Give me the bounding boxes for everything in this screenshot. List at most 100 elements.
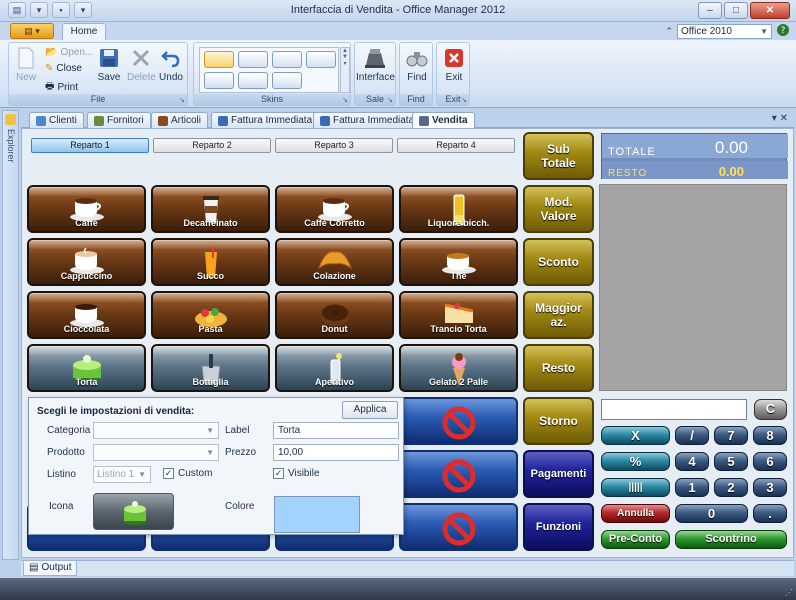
scontrino-key[interactable]: Scontrino bbox=[675, 530, 787, 549]
maggiorazione-button[interactable]: Maggior az. bbox=[523, 291, 594, 339]
product-button[interactable]: Torta bbox=[27, 344, 146, 392]
prodotto-select[interactable]: ▼ bbox=[93, 444, 219, 461]
visibile-checkbox[interactable]: ✓ Visibile bbox=[273, 468, 320, 479]
slash-key[interactable]: / bbox=[675, 426, 709, 445]
new-button[interactable]: New bbox=[13, 46, 39, 83]
pre-conto-key[interactable]: Pre-Conto bbox=[601, 530, 670, 549]
tab-list-icon[interactable]: ▾ bbox=[772, 113, 777, 124]
reparto-button[interactable]: Reparto 1 bbox=[31, 138, 149, 153]
close-doc-button[interactable]: ✎ Close bbox=[45, 63, 82, 74]
digit-key-0[interactable]: 0 bbox=[675, 504, 748, 523]
digit-key-2[interactable]: 2 bbox=[714, 478, 748, 497]
custom-checkbox[interactable]: ✓ Custom bbox=[163, 468, 212, 479]
mod-valore-button[interactable]: Mod. Valore bbox=[523, 185, 594, 233]
empty-slot-button[interactable] bbox=[399, 450, 518, 498]
dialog-launcher-icon[interactable]: ↘ bbox=[342, 96, 348, 104]
product-button[interactable]: Cappuccino bbox=[27, 238, 146, 286]
skin-thumb[interactable] bbox=[204, 72, 234, 89]
tab-fornitori[interactable]: Fornitori bbox=[87, 112, 151, 128]
color-picker[interactable] bbox=[274, 496, 360, 533]
receipt-list[interactable] bbox=[599, 184, 787, 391]
digit-key-7[interactable]: 7 bbox=[714, 426, 748, 445]
undo-button[interactable]: Undo bbox=[159, 46, 183, 83]
product-button[interactable]: Colazione bbox=[275, 238, 394, 286]
tab-fattura-immediata-2[interactable]: Fattura Immediata bbox=[313, 112, 422, 128]
clear-key[interactable]: C bbox=[754, 399, 787, 420]
tab-clienti[interactable]: Clienti bbox=[29, 112, 84, 128]
save-button[interactable]: Save bbox=[97, 46, 121, 83]
open-button[interactable]: 📂 Open... bbox=[45, 47, 93, 58]
exit-button[interactable]: Exit bbox=[439, 46, 469, 83]
product-button[interactable]: Pasta bbox=[151, 291, 270, 339]
icon-picker[interactable] bbox=[93, 493, 174, 530]
close-button[interactable]: ✕ bbox=[750, 2, 790, 19]
dialog-launcher-icon[interactable]: ↘ bbox=[387, 96, 393, 104]
skin-select[interactable]: Office 2010 ▼ bbox=[677, 24, 772, 39]
tab-vendita[interactable]: Vendita bbox=[412, 112, 475, 129]
percent-key[interactable]: % bbox=[601, 452, 670, 471]
product-button[interactable]: Caffè Corretto bbox=[275, 185, 394, 233]
output-tab[interactable]: ▤ Output bbox=[23, 561, 78, 576]
product-button[interactable]: Trancio Torta bbox=[399, 291, 518, 339]
product-button[interactable]: Bottiglia bbox=[151, 344, 270, 392]
digit-key-1[interactable]: 1 bbox=[675, 478, 709, 497]
product-button[interactable]: Thè bbox=[399, 238, 518, 286]
dialog-launcher-icon[interactable]: ↘ bbox=[179, 96, 185, 104]
resize-grip-icon[interactable]: ⋰ bbox=[785, 588, 793, 597]
digit-key-8[interactable]: 8 bbox=[753, 426, 787, 445]
product-button[interactable]: Decaffeinato bbox=[151, 185, 270, 233]
sconto-button[interactable]: Sconto bbox=[523, 238, 594, 286]
empty-slot-button[interactable] bbox=[399, 397, 518, 445]
categoria-select[interactable]: ▼ bbox=[93, 422, 219, 439]
skin-thumb[interactable] bbox=[238, 51, 268, 68]
skin-thumb[interactable] bbox=[204, 51, 234, 68]
digit-key-6[interactable]: 6 bbox=[753, 452, 787, 471]
product-button[interactable]: Liquore bicch. bbox=[399, 185, 518, 233]
help-icon[interactable]: ? bbox=[776, 23, 790, 40]
digit-key-4[interactable]: 4 bbox=[675, 452, 709, 471]
barcode-key[interactable]: ||||| bbox=[601, 478, 670, 497]
subtotale-button[interactable]: Sub Totale bbox=[523, 132, 594, 180]
skin-thumb[interactable] bbox=[306, 51, 336, 68]
empty-slot-button[interactable] bbox=[399, 503, 518, 551]
digit-key-3[interactable]: 3 bbox=[753, 478, 787, 497]
gallery-scroll[interactable]: ▲ ▼ ▾ bbox=[340, 47, 350, 93]
maximize-button[interactable]: □ bbox=[724, 2, 748, 19]
application-button[interactable]: ▤ ▾ bbox=[10, 23, 54, 39]
product-button[interactable]: Caffè bbox=[27, 185, 146, 233]
decimal-key[interactable]: . bbox=[753, 504, 787, 523]
product-button[interactable]: Donut bbox=[275, 291, 394, 339]
collapse-ribbon-icon[interactable]: ⌃ bbox=[665, 26, 673, 37]
resto-button[interactable]: Resto bbox=[523, 344, 594, 392]
product-button[interactable]: Aperitivo bbox=[275, 344, 394, 392]
dialog-launcher-icon[interactable]: ↘ bbox=[461, 96, 467, 104]
reparto-button[interactable]: Reparto 2 bbox=[153, 138, 271, 153]
label-input[interactable]: Torta bbox=[273, 422, 399, 439]
product-button[interactable]: Gelato 2 Palle bbox=[399, 344, 518, 392]
reparto-button[interactable]: Reparto 4 bbox=[397, 138, 515, 153]
product-button[interactable]: Cioccolata bbox=[27, 291, 146, 339]
pagamenti-button[interactable]: Pagamenti bbox=[523, 450, 594, 498]
keypad-input[interactable] bbox=[601, 399, 747, 420]
tab-articoli[interactable]: Articoli bbox=[151, 112, 209, 128]
listino-select[interactable]: Listino 1 ▼ bbox=[93, 466, 151, 483]
skin-thumb[interactable] bbox=[272, 72, 302, 89]
digit-key-5[interactable]: 5 bbox=[714, 452, 748, 471]
delete-button[interactable]: Delete bbox=[127, 46, 156, 83]
multiply-key[interactable]: X bbox=[601, 426, 670, 445]
funzioni-button[interactable]: Funzioni bbox=[523, 503, 594, 551]
reparto-button[interactable]: Reparto 3 bbox=[275, 138, 393, 153]
product-button[interactable]: Succo bbox=[151, 238, 270, 286]
find-button[interactable]: Find bbox=[402, 46, 432, 83]
close-tab-icon[interactable]: ✕ bbox=[780, 113, 788, 124]
skin-thumb[interactable] bbox=[238, 72, 268, 89]
minimize-button[interactable]: – bbox=[698, 2, 722, 19]
interface-button[interactable]: Interface bbox=[356, 46, 395, 83]
tab-home[interactable]: Home bbox=[62, 23, 106, 40]
skin-thumb[interactable] bbox=[272, 51, 302, 68]
storno-button[interactable]: Storno bbox=[523, 397, 594, 445]
explorer-sidebar[interactable]: Explorer bbox=[2, 110, 19, 560]
prezzo-input[interactable]: 10,00 bbox=[273, 444, 399, 461]
tab-fattura-immediata-1[interactable]: Fattura Immediata bbox=[211, 112, 320, 128]
annulla-key[interactable]: Annulla bbox=[601, 504, 670, 523]
